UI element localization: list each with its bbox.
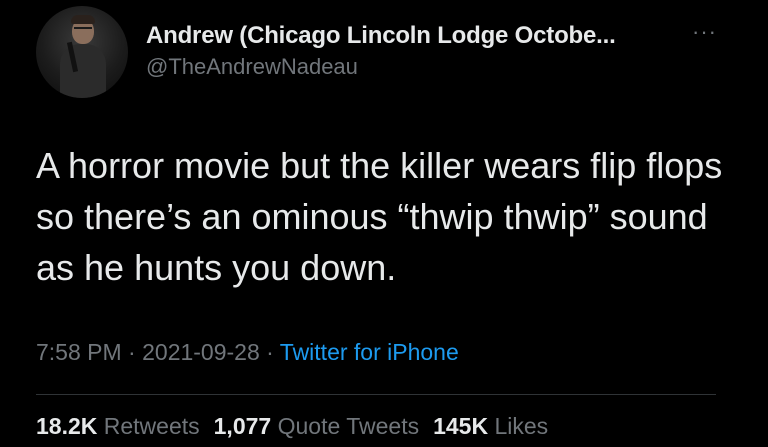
likes-stat[interactable]: 145K Likes	[433, 413, 548, 439]
author-handle[interactable]: @TheAndrewNadeau	[146, 54, 616, 80]
meta-separator: ·	[121, 339, 143, 365]
tweet-text: A horror movie but the killer wears flip…	[36, 145, 723, 288]
retweets-stat[interactable]: 18.2K Retweets	[36, 413, 200, 439]
retweets-count: 18.2K	[36, 413, 98, 439]
avatar[interactable]	[36, 6, 128, 98]
likes-label: Likes	[494, 413, 549, 439]
tweet-source-link[interactable]: Twitter for iPhone	[280, 339, 459, 365]
likes-count: 145K	[433, 413, 489, 439]
author-info: Andrew (Chicago Lincoln Lodge Octobe... …	[146, 22, 616, 80]
tweet-card: Andrew (Chicago Lincoln Lodge Octobe... …	[0, 0, 768, 447]
quote-tweets-label: Quote Tweets	[277, 413, 420, 439]
tweet-stats: 18.2K Retweets 1,077 Quote Tweets 145K Lik…	[36, 413, 562, 440]
tweet-time[interactable]: 7:58 PM	[36, 339, 122, 365]
quote-tweets-count: 1,077	[213, 413, 272, 439]
meta-separator: ·	[259, 339, 280, 365]
more-options-icon[interactable]: ···	[692, 21, 717, 43]
retweets-label: Retweets	[103, 413, 200, 439]
avatar-hair	[71, 15, 95, 24]
tweet-date[interactable]: 2021-09-28	[142, 339, 260, 365]
author-display-name[interactable]: Andrew (Chicago Lincoln Lodge Octobe...	[146, 22, 616, 50]
avatar-glasses	[74, 27, 92, 33]
quote-tweets-stat[interactable]: 1,077 Quote Tweets	[214, 413, 419, 439]
avatar-body	[60, 44, 106, 98]
tweet-meta: 7:58 PM · 2021-09-28 · Twitter for iPhon…	[36, 339, 459, 366]
divider	[36, 394, 716, 395]
